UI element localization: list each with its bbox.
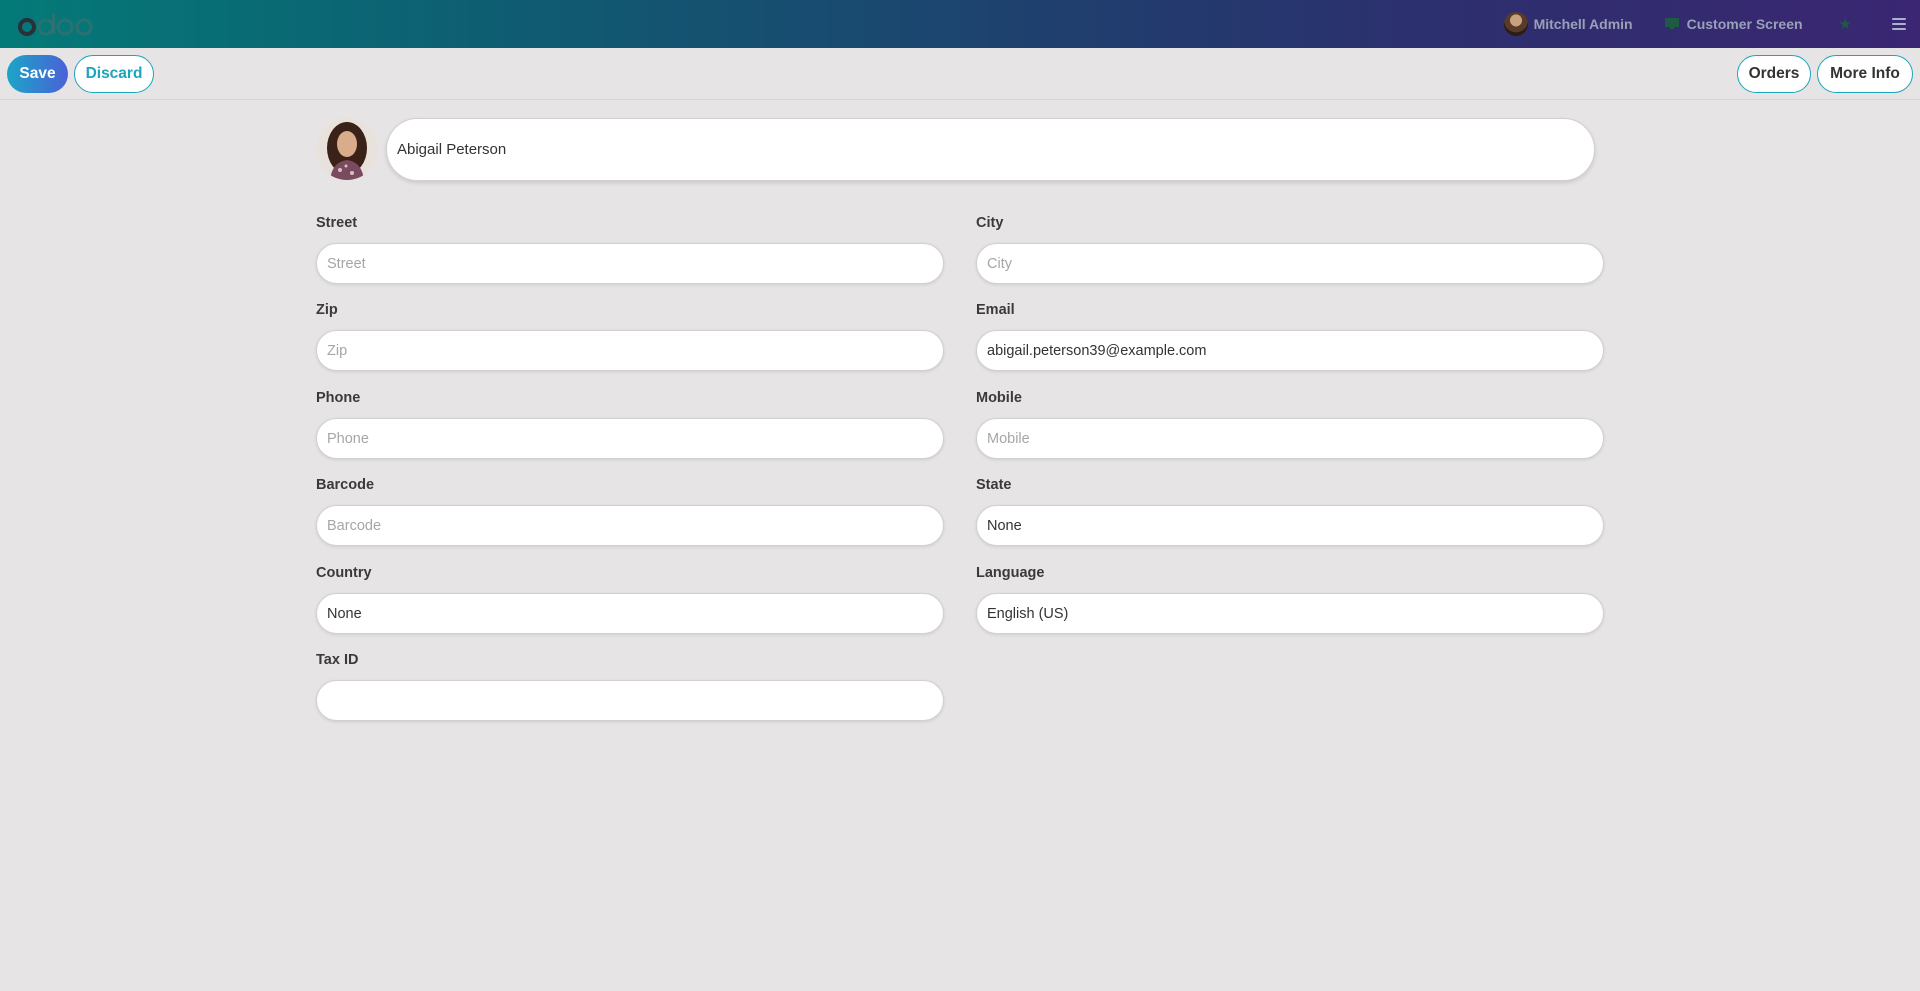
customer-name-field[interactable]: Abigail Peterson (386, 118, 1595, 181)
email-label: Email (976, 302, 1015, 318)
mobile-input[interactable] (976, 418, 1604, 459)
top-navbar: Mitchell Admin Customer Screen ★ (0, 0, 1920, 48)
zip-input[interactable] (316, 330, 944, 371)
language-label: Language (976, 565, 1045, 581)
city-label: City (976, 215, 1004, 231)
street-label: Street (316, 215, 358, 231)
barcode-label: Barcode (316, 477, 375, 493)
phone-label: Phone (316, 390, 361, 406)
customer-photo[interactable] (316, 118, 378, 180)
customer-screen-label: Customer Screen (1686, 16, 1803, 32)
monitor-icon (1664, 18, 1679, 29)
control-panel: Save Discard Orders More Info (0, 48, 1920, 100)
country-select[interactable] (316, 593, 944, 634)
zip-label: Zip (316, 302, 338, 318)
user-menu[interactable]: Mitchell Admin (1503, 12, 1633, 36)
odoo-logo[interactable] (18, 12, 94, 36)
user-avatar (1503, 12, 1528, 36)
discard-button[interactable]: Discard (74, 55, 154, 93)
customer-screen-button[interactable]: Customer Screen (1664, 16, 1803, 32)
phone-input[interactable] (316, 418, 944, 459)
more-info-button[interactable]: More Info (1817, 55, 1913, 93)
tax-id-label: Tax ID (316, 652, 359, 668)
state-label: State (976, 477, 1012, 493)
user-name: Mitchell Admin (1533, 16, 1633, 32)
state-select[interactable] (976, 505, 1604, 546)
hamburger-menu-icon[interactable] (1892, 18, 1906, 30)
email-input[interactable] (976, 330, 1604, 371)
save-button[interactable]: Save (7, 55, 68, 93)
orders-button[interactable]: Orders (1737, 55, 1811, 93)
country-label: Country (316, 565, 372, 581)
mobile-label: Mobile (976, 390, 1022, 406)
star-icon[interactable]: ★ (1839, 17, 1852, 32)
street-input[interactable] (316, 243, 944, 284)
language-select[interactable] (976, 593, 1604, 634)
tax-id-input[interactable] (316, 680, 944, 721)
city-input[interactable] (976, 243, 1604, 284)
barcode-input[interactable] (316, 505, 944, 546)
